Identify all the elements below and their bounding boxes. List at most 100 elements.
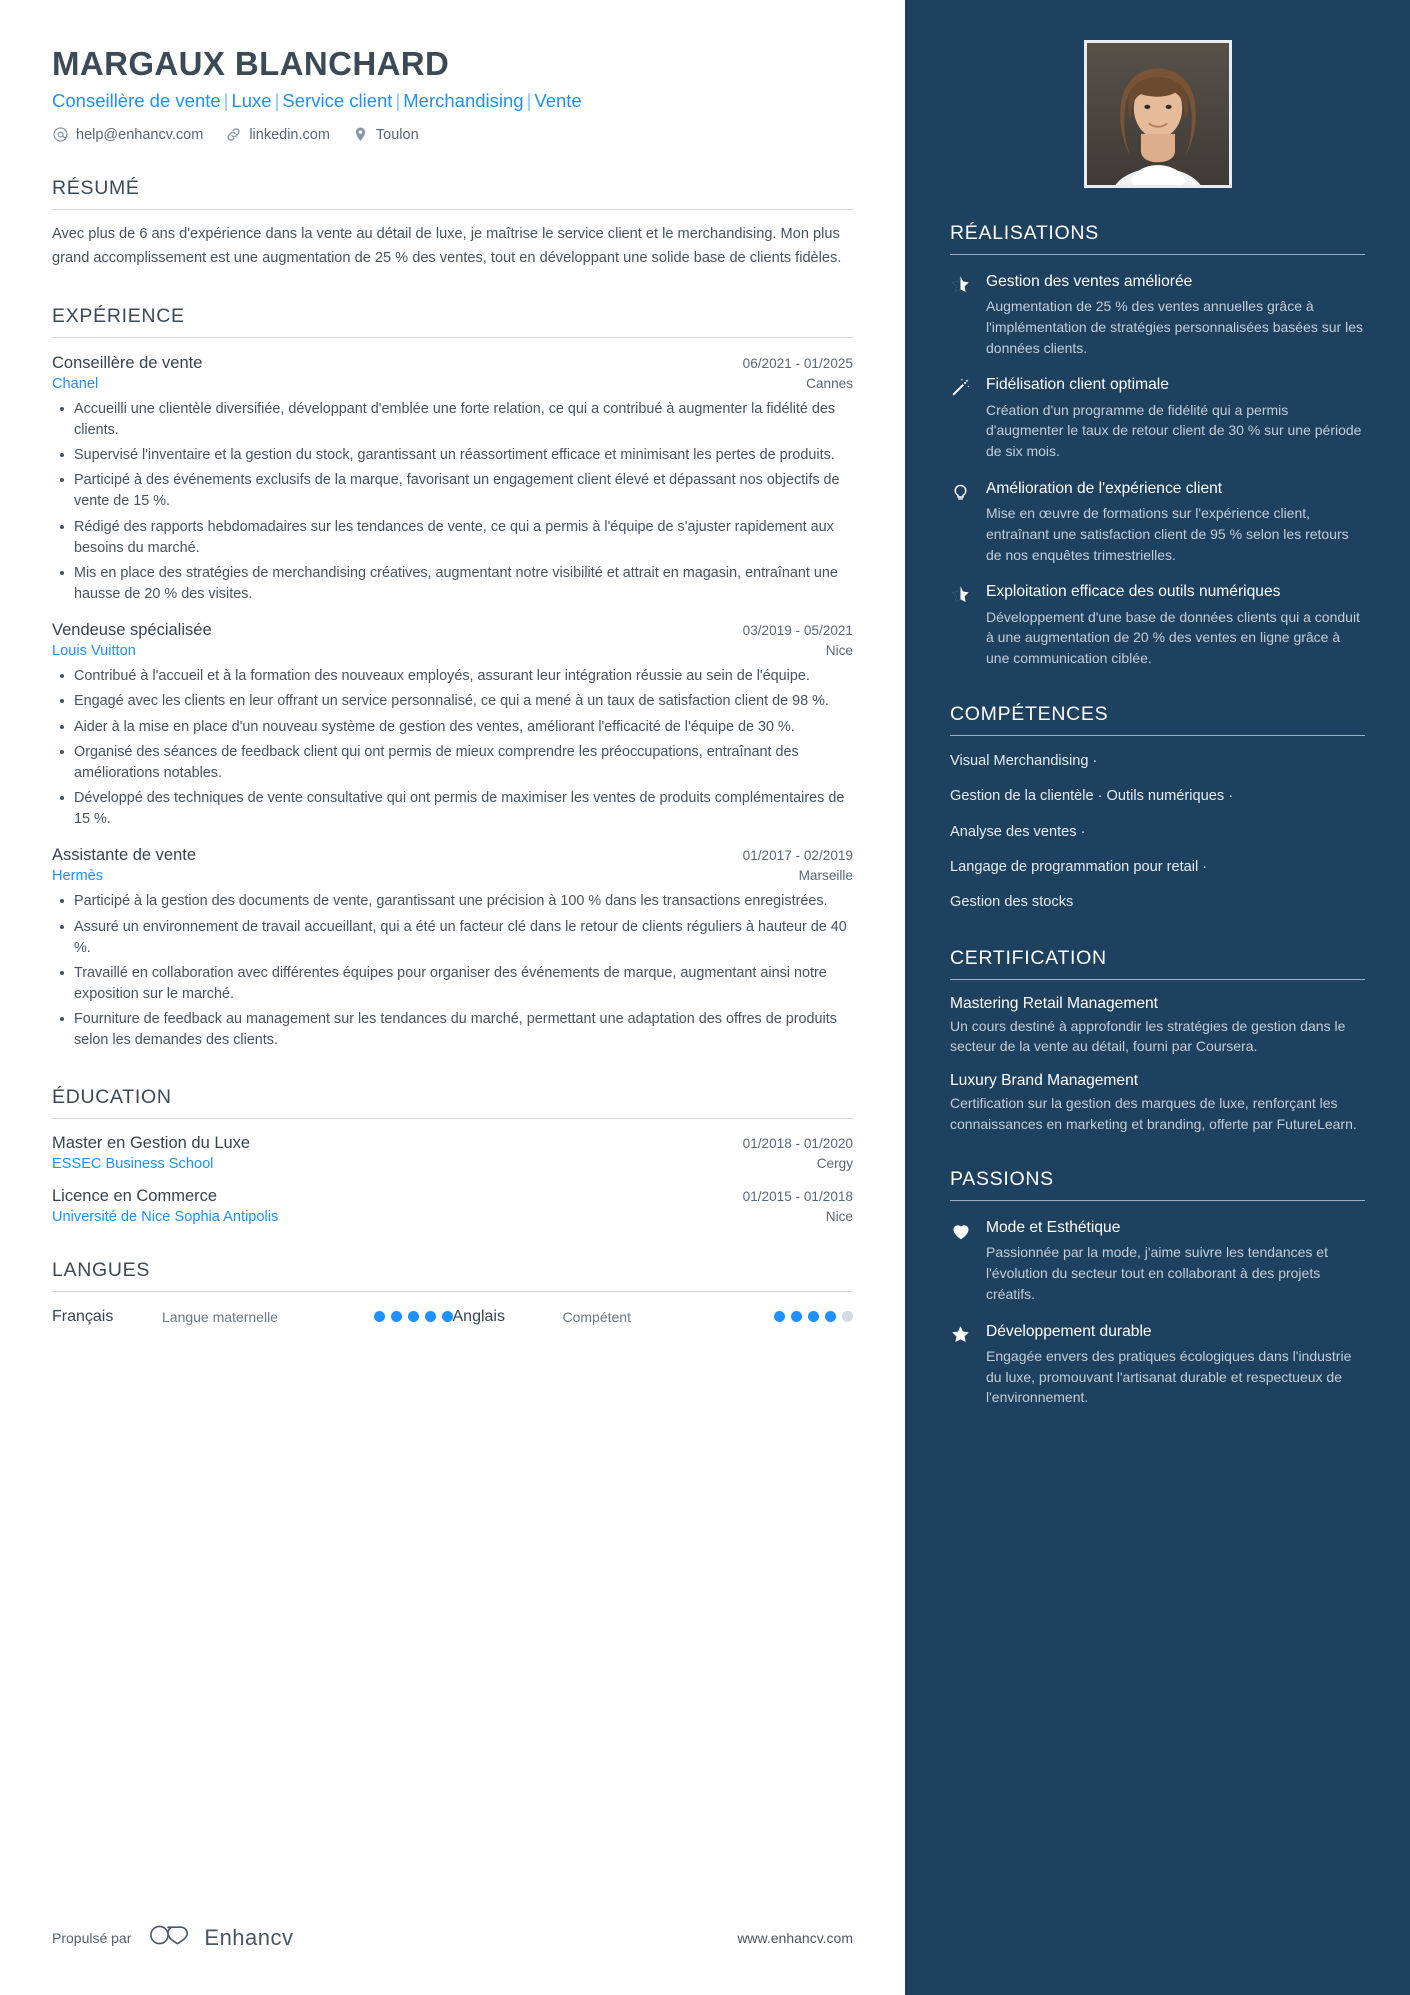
at-icon: [52, 126, 69, 143]
achievement-body: Mode et Esthétique Passionnée par la mode…: [986, 1218, 1365, 1304]
infinity-heart-icon: [147, 1922, 193, 1953]
skill-line: Analyse des ventes ·: [950, 823, 1086, 840]
footer: Propulsé par Enhancv www.enhancv.com: [52, 1922, 853, 1953]
certification-item: Mastering Retail Management Un cours dest…: [950, 995, 1365, 1057]
contact-email-text: help@enhancv.com: [76, 126, 204, 143]
experience-role: Conseillère de vente: [52, 353, 203, 372]
language-rating: [373, 1311, 453, 1323]
experience-bullet: Accueilli une clientèle diversifiée, dév…: [52, 399, 853, 441]
experience-company[interactable]: Chanel: [52, 376, 98, 392]
professional-headline: Conseillère de vente | Luxe | Service client…: [52, 88, 853, 115]
contact-location: Toulon: [352, 126, 419, 143]
experience-bullet: Rédigé des rapports hebdomadaires sur le…: [52, 517, 853, 559]
achievement-title: Mode et Esthétique: [986, 1219, 1121, 1237]
education-school[interactable]: Université de Nice Sophia Antipolis: [52, 1209, 278, 1225]
star-filled-icon: [950, 1322, 972, 1345]
experience-bullet: Mis en place des stratégies de merchandi…: [52, 563, 853, 605]
star-icon: [950, 582, 972, 605]
skill-line: Gestion des stocks: [950, 894, 1074, 911]
main-column: MARGAUX BLANCHARD Conseillère de vente | L…: [0, 0, 905, 1995]
certification-description: Un cours destiné à approfondir les strat…: [950, 1017, 1346, 1055]
experience-role: Vendeuse spécialisée: [52, 621, 212, 640]
experience-subheader: Louis Vuitton Nice: [52, 643, 853, 659]
experience-company[interactable]: Hermès: [52, 868, 103, 884]
experience-bullets: Accueilli une clientèle diversifiée, dév…: [52, 399, 853, 606]
experience-role: Assistante de vente: [52, 846, 197, 865]
brand-name: Enhancv: [204, 1924, 294, 1950]
experience-subheader: Chanel Cannes: [52, 376, 853, 392]
experience-bullets: Participé à la gestion des documents de …: [52, 891, 853, 1051]
achievement-description: Mise en œuvre de formations sur l'expéri…: [986, 505, 1349, 563]
location-pin-icon: [352, 126, 369, 143]
sidebar: RÉALISATIONS Gestion des ventes amélioré…: [905, 0, 1410, 1995]
experience-location: Cannes: [806, 375, 853, 391]
achievement-body: Exploitation efficace des outils numériq…: [986, 582, 1365, 668]
achievement-body: Gestion des ventes améliorée Augmentation…: [986, 272, 1365, 358]
footer-branding: Propulsé par Enhancv: [52, 1922, 294, 1953]
experience-bullet: Contribué à l'accueil et à la formation …: [52, 666, 853, 687]
page-title: MARGAUX BLANCHARD: [52, 45, 450, 82]
section-title-skills: COMPÉTENCES: [950, 702, 1109, 725]
experience-bullet: Engagé avec les clients en leur offrant …: [52, 691, 853, 712]
achievement-item: Amélioration de l'expérience client Mise …: [950, 479, 1365, 565]
footer-url[interactable]: www.enhancv.com: [737, 1930, 853, 1946]
divider: [950, 254, 1365, 255]
contact-location-text: Toulon: [375, 126, 419, 143]
skill-line: Gestion de la clientèle · Outils numériq…: [950, 788, 1234, 805]
achievement-title: Exploitation efficace des outils numériq…: [986, 583, 1281, 601]
divider: [950, 734, 1365, 736]
section-title-achievements: RÉALISATIONS: [950, 222, 1099, 244]
education-entry: Master en Gestion du Luxe 01/2018 - 01/20…: [52, 1134, 853, 1172]
experience-dates: 03/2019 - 05/2021: [742, 623, 853, 639]
headline-part: Vente: [534, 89, 582, 111]
experience-bullets: Contribué à l'accueil et à la formation …: [52, 666, 853, 830]
skill-line: Langage de programmation pour retail ·: [950, 858, 1208, 875]
section-title-certification: CERTIFICATION: [950, 946, 1107, 969]
certification-name: Mastering Retail Management: [950, 994, 1159, 1012]
achievement-body: Développement durable Engagée envers des …: [986, 1322, 1365, 1408]
avatar: [1083, 40, 1232, 188]
experience-subheader: Hermès Marseille: [52, 868, 853, 884]
education-school[interactable]: ESSEC Business School: [52, 1156, 213, 1172]
achievement-item: Mode et Esthétique Passionnée par la mode…: [950, 1218, 1365, 1304]
achievement-title: Développement durable: [986, 1322, 1152, 1340]
achievement-description: Augmentation de 25 % des ventes annuelle…: [986, 298, 1363, 356]
language-rating: [774, 1311, 853, 1323]
language-level: Langue maternelle: [162, 1308, 278, 1325]
experience-bullet: Fourniture de feedback au management sur…: [52, 1009, 853, 1051]
headline-part: Luxe: [231, 89, 272, 111]
skills-list: Visual Merchandising · Gestion de la clie…: [950, 751, 1365, 913]
education-subheader: ESSEC Business School Cergy: [52, 1156, 853, 1172]
achievement-title: Gestion des ventes améliorée: [986, 273, 1193, 290]
section-education: ÉDUCATION Master en Gestion du Luxe 01/20…: [52, 1086, 853, 1225]
heart-icon: [950, 1218, 972, 1242]
language-list: Français Langue maternelle Anglais Compéten…: [52, 1308, 853, 1326]
rating-dot: [373, 1311, 385, 1323]
experience-list: Conseillère de vente 06/2021 - 01/2025 Cha…: [52, 354, 853, 1052]
headline-separator: |: [223, 89, 229, 111]
achievement-title: Amélioration de l'expérience client: [986, 479, 1223, 497]
section-certification: CERTIFICATION Mastering Retail Managemen…: [950, 947, 1365, 1134]
passions-list: Mode et Esthétique Passionnée par la mode…: [950, 1218, 1365, 1408]
experience-bullet: Assuré un environnement de travail accue…: [52, 917, 853, 959]
certification-name: Luxury Brand Management: [950, 1071, 1139, 1089]
language-name: Anglais: [452, 1307, 505, 1325]
divider: [950, 1200, 1365, 1202]
skill-line: Visual Merchandising ·: [950, 752, 1098, 769]
education-header: Licence en Commerce 01/2015 - 01/2018: [52, 1187, 853, 1206]
contact-email[interactable]: help@enhancv.com: [52, 126, 203, 143]
avatar-wrapper: [950, 40, 1365, 188]
education-subheader: Université de Nice Sophia Antipolis Nice: [52, 1209, 853, 1225]
experience-company[interactable]: Louis Vuitton: [52, 643, 136, 659]
divider: [950, 978, 1365, 980]
education-location: Cergy: [816, 1155, 853, 1171]
education-list: Master en Gestion du Luxe 01/2018 - 01/20…: [52, 1134, 853, 1225]
achievement-description: Engagée envers des pratiques écologiques…: [986, 1347, 1352, 1406]
achievement-item: Fidélisation client optimale Création d'u…: [950, 375, 1365, 461]
experience-bullet: Participé à des événements exclusifs de …: [52, 470, 853, 512]
contact-linkedin[interactable]: linkedin.com: [225, 126, 330, 143]
star-icon: [950, 272, 972, 295]
experience-bullet: Aider à la mise en place d'un nouveau sy…: [52, 717, 853, 738]
experience-header: Vendeuse spécialisée 03/2019 - 05/2021: [52, 621, 853, 640]
section-languages: LANGUES Français Langue maternelle Anglais…: [52, 1259, 853, 1326]
